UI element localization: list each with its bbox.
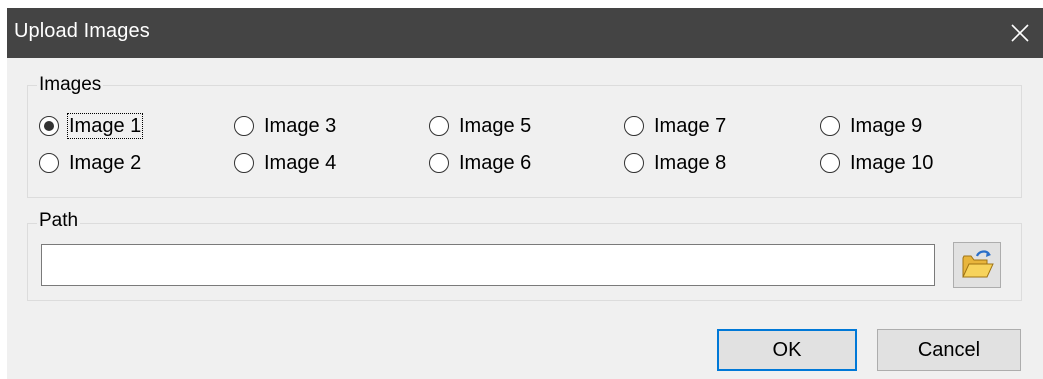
close-icon xyxy=(1011,24,1029,42)
browse-folder-button[interactable] xyxy=(953,242,1001,288)
radio-image-10[interactable]: Image 10 xyxy=(820,149,934,177)
dialog-title: Upload Images xyxy=(14,20,150,42)
radio-button[interactable] xyxy=(624,116,644,136)
radio-label-image-9: Image 9 xyxy=(850,115,923,137)
radio-label-image-1: Image 1 xyxy=(66,113,144,139)
images-group-label: Images xyxy=(37,74,104,96)
path-input[interactable] xyxy=(41,244,935,286)
radio-image-1[interactable]: Image 1 xyxy=(39,112,144,140)
radio-image-5[interactable]: Image 5 xyxy=(429,112,532,140)
images-groupbox xyxy=(27,85,1022,198)
radio-label-image-6: Image 6 xyxy=(459,152,532,174)
radio-button[interactable] xyxy=(234,153,254,173)
ok-button[interactable]: OK xyxy=(717,329,857,371)
radio-button[interactable] xyxy=(39,153,59,173)
open-folder-icon xyxy=(962,250,994,278)
radio-image-2[interactable]: Image 2 xyxy=(39,149,142,177)
radio-button[interactable] xyxy=(429,153,449,173)
radio-button-checked[interactable] xyxy=(39,116,59,136)
radio-image-8[interactable]: Image 8 xyxy=(624,149,727,177)
radio-image-4[interactable]: Image 4 xyxy=(234,149,337,177)
path-group-label: Path xyxy=(37,210,81,232)
radio-button[interactable] xyxy=(429,116,449,136)
radio-image-3[interactable]: Image 3 xyxy=(234,112,337,140)
radio-label-image-7: Image 7 xyxy=(654,115,727,137)
radio-label-image-10: Image 10 xyxy=(850,152,934,174)
radio-button[interactable] xyxy=(234,116,254,136)
radio-button[interactable] xyxy=(624,153,644,173)
radio-image-9[interactable]: Image 9 xyxy=(820,112,923,140)
radio-image-6[interactable]: Image 6 xyxy=(429,149,532,177)
radio-image-7[interactable]: Image 7 xyxy=(624,112,727,140)
upload-images-dialog: Upload Images Images Image 1 Image 2 Ima… xyxy=(7,8,1043,379)
radio-label-image-3: Image 3 xyxy=(264,115,337,137)
title-bar: Upload Images xyxy=(7,8,1043,58)
radio-button[interactable] xyxy=(820,153,840,173)
radio-label-image-2: Image 2 xyxy=(69,152,142,174)
radio-label-image-4: Image 4 xyxy=(264,152,337,174)
cancel-button[interactable]: Cancel xyxy=(877,329,1021,371)
radio-button[interactable] xyxy=(820,116,840,136)
radio-label-image-5: Image 5 xyxy=(459,115,532,137)
radio-label-image-8: Image 8 xyxy=(654,152,727,174)
close-button[interactable] xyxy=(997,8,1043,58)
